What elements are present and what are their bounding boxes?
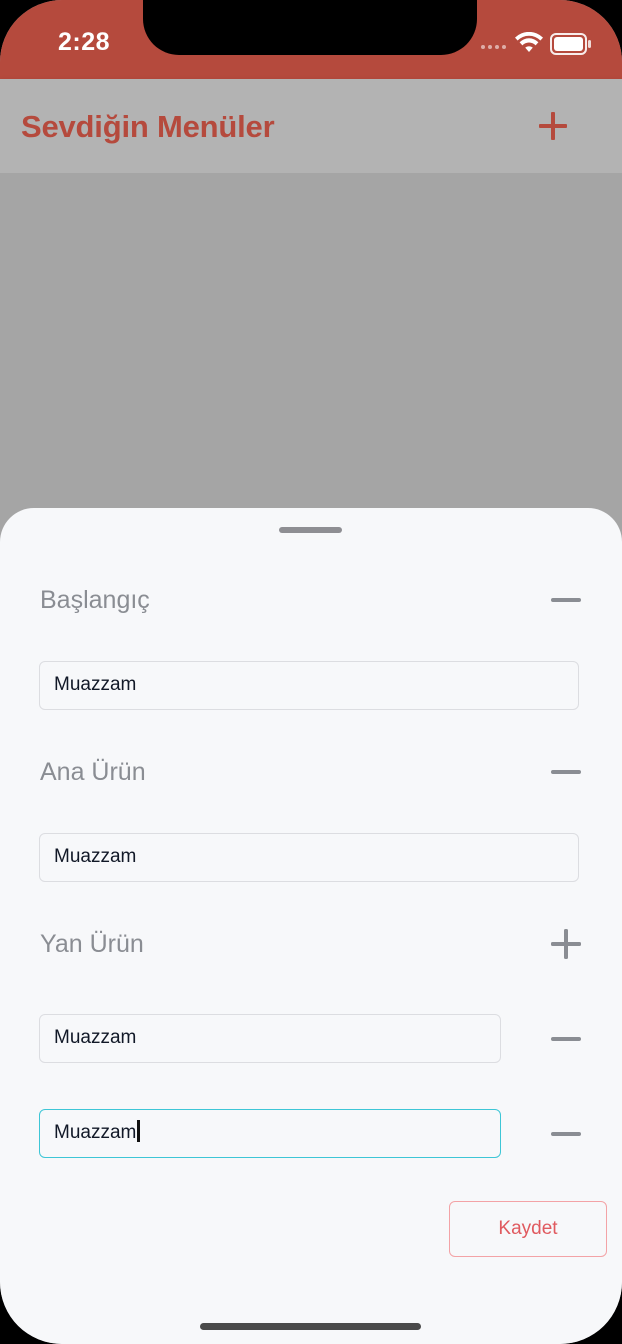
status-time: 2:28 [58, 28, 111, 56]
side-input-1[interactable]: Muazzam [39, 1014, 501, 1063]
add-side-plus-icon[interactable] [549, 927, 583, 961]
home-indicator[interactable] [200, 1323, 421, 1330]
remove-side-1-minus-icon[interactable] [549, 1022, 583, 1056]
status-bar: 2:28 [0, 0, 622, 79]
cellular-signal-icon [481, 45, 506, 49]
remove-main-minus-icon[interactable] [549, 755, 583, 789]
section-label-starter: Başlangıç [40, 586, 150, 614]
save-button[interactable]: Kaydet [449, 1201, 607, 1257]
dimmed-background[interactable] [0, 173, 622, 513]
bottom-sheet: Başlangıç Muazzam Ana Ürün Muazzam Yan Ü… [0, 508, 622, 1344]
phone-screen: 2:28 Sevdiğin Menüler Başlangıç Muazzam … [0, 0, 622, 1344]
wifi-icon [515, 32, 543, 52]
add-menu-plus-icon[interactable] [536, 109, 570, 143]
text-caret [137, 1120, 140, 1143]
starter-input[interactable]: Muazzam [39, 661, 579, 710]
side-input-2[interactable]: Muazzam [39, 1109, 501, 1158]
main-input[interactable]: Muazzam [39, 833, 579, 882]
section-label-side: Yan Ürün [40, 930, 144, 958]
sheet-grabber-handle[interactable] [279, 527, 342, 533]
remove-starter-minus-icon[interactable] [549, 583, 583, 617]
side-input-2-value: Muazzam [54, 1122, 137, 1143]
section-label-main: Ana Ürün [40, 758, 146, 786]
remove-side-2-minus-icon[interactable] [549, 1117, 583, 1151]
nav-bar: Sevdiğin Menüler [0, 79, 622, 173]
page-title: Sevdiğin Menüler [21, 109, 275, 144]
device-notch [143, 0, 477, 55]
battery-icon [550, 33, 591, 55]
